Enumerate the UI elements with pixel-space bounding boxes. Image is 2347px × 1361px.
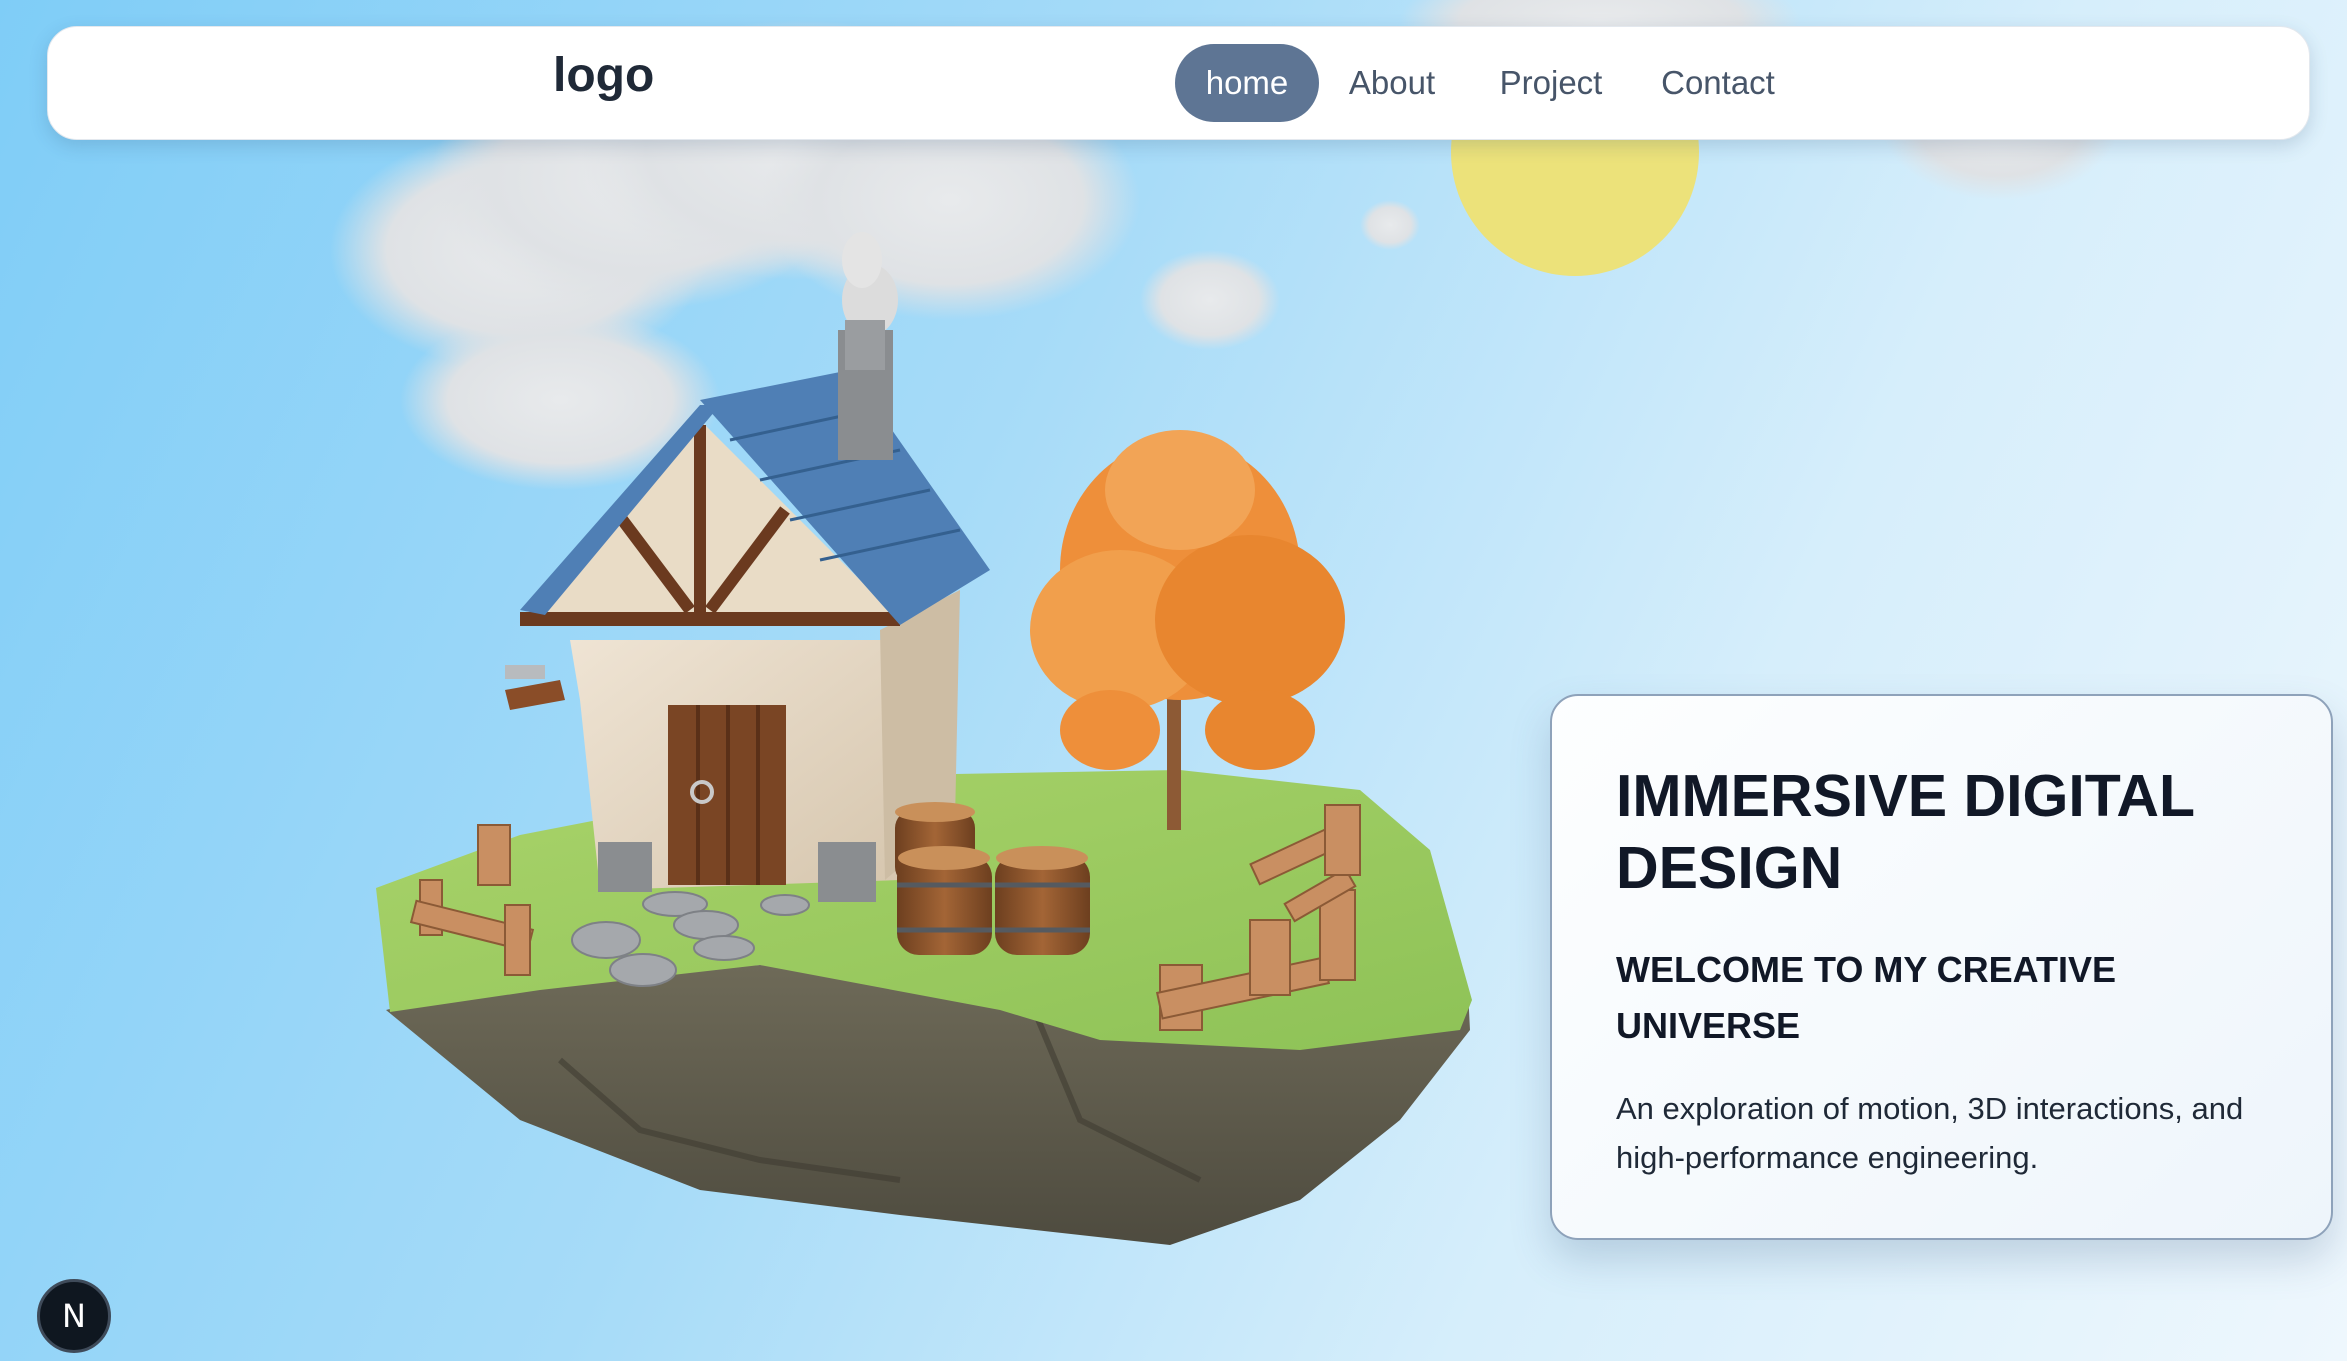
tree (1030, 430, 1345, 830)
dev-tools-badge[interactable]: N (37, 1279, 111, 1353)
nav-item-about[interactable]: About (1333, 44, 1451, 122)
hero-description: An exploration of motion, 3D interaction… (1616, 1091, 2244, 1175)
nav-item-project[interactable]: Project (1486, 44, 1616, 122)
hero-subtitle: WELCOME TO MY CREATIVE UNIVERSE (1616, 949, 2117, 1046)
hero-title: IMMERSIVE DIGITAL DESIGN (1616, 763, 2195, 901)
hero-card: IMMERSIVE DIGITAL DESIGN WELCOME TO MY C… (1550, 694, 2333, 1240)
nav-item-home[interactable]: home (1175, 44, 1319, 122)
nav-item-contact[interactable]: Contact (1651, 44, 1785, 122)
logo[interactable]: logo (553, 52, 654, 100)
